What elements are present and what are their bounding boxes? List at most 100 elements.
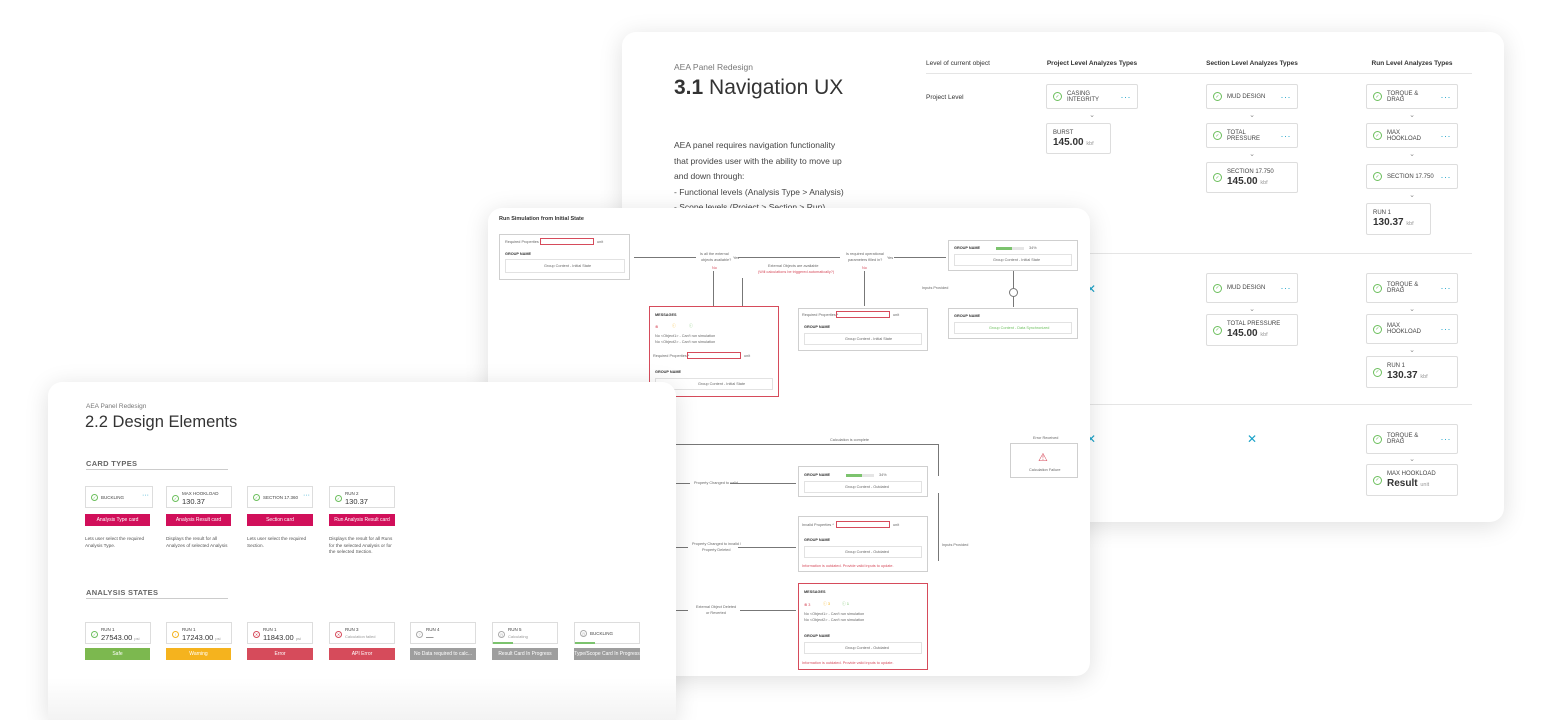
group-progress-2: GROUP NAME 34% Group Content - Outdated xyxy=(798,466,928,497)
more-icon[interactable]: ··· xyxy=(303,492,310,499)
warning-icon: ! xyxy=(172,631,179,638)
check-icon: ✓ xyxy=(1213,92,1222,101)
design-elements-panel: AEA Panel Redesign 2.2 Design Elements C… xyxy=(48,382,676,720)
more-icon[interactable]: ··· xyxy=(1441,131,1452,141)
state-card-no-data[interactable]: ? RUN 4 — xyxy=(410,622,476,644)
analysis-type-card-casing[interactable]: ✓ CASING INTEGRITY ··· xyxy=(1046,84,1138,109)
check-icon: ✓ xyxy=(1373,283,1382,293)
panel-subtitle: AEA Panel Redesign xyxy=(86,403,147,410)
more-icon[interactable]: ··· xyxy=(1441,283,1452,293)
error-icon: ✕ xyxy=(253,631,260,638)
more-icon[interactable]: ··· xyxy=(1441,434,1452,444)
more-icon[interactable]: ··· xyxy=(142,492,149,499)
type-card-run[interactable]: ✓ RUN 2 130.37 xyxy=(329,486,395,508)
close-icon: ✕ xyxy=(1247,432,1258,446)
check-icon: ✓ xyxy=(1373,324,1382,334)
check-icon: ✓ xyxy=(1213,173,1222,182)
chevron-down-icon: ⌄ xyxy=(1409,456,1415,463)
state-card-api-error[interactable]: ✕ RUN 3 Calculation failed xyxy=(329,622,395,644)
error-box: ⚠ Calculation Failure xyxy=(1010,443,1078,478)
card-types-heading: CARD TYPES xyxy=(86,459,138,468)
check-icon: ✓ xyxy=(91,631,98,638)
info-icon: ? xyxy=(416,631,423,638)
warning-icon: ⚠ xyxy=(1038,452,1048,464)
analysis-type-card-mud-2[interactable]: ✓ MUD DESIGN ··· xyxy=(1206,273,1298,303)
tag-section: Section card xyxy=(247,514,313,526)
check-icon: ✓ xyxy=(1213,325,1222,335)
check-icon: ✓ xyxy=(253,494,260,501)
chevron-down-icon: ⌄ xyxy=(1409,192,1415,199)
messages-box-2: MESSAGES ⊗ 3 ⓘ 3 ⓘ 1 No <Object1> - Can'… xyxy=(798,583,928,670)
analysis-result-card-hookload[interactable]: ✓ MAX HOOKLOAD ··· xyxy=(1366,123,1458,148)
state-card-calculating[interactable]: ◷ RUN 5 Calculating xyxy=(492,622,558,644)
col-header-project: Project Level Analyzes Types xyxy=(1046,60,1138,67)
description: AEA panel requires navigation functional… xyxy=(674,140,844,212)
check-icon: ✓ xyxy=(1213,283,1222,293)
more-icon[interactable]: ··· xyxy=(1441,324,1452,334)
more-icon[interactable]: ··· xyxy=(1281,131,1292,141)
check-icon: ✓ xyxy=(1373,434,1382,444)
check-icon: ✓ xyxy=(1373,131,1382,140)
analysis-states-heading: ANALYSIS STATES xyxy=(86,588,159,597)
state-card-warning[interactable]: ! RUN 1 17243.00 psi xyxy=(166,622,232,644)
analysis-result-card-hookload-2[interactable]: ✓ MAX HOOKLOAD ··· xyxy=(1366,314,1458,344)
chevron-down-icon: ⌄ xyxy=(1249,306,1255,313)
check-icon: ✓ xyxy=(1373,92,1382,101)
run-result-card-2[interactable]: ✓ RUN 1 130.37 kbf xyxy=(1366,356,1458,388)
diagram-title: Run Simulation from Initial State xyxy=(499,216,584,222)
clock-icon: ◷ xyxy=(580,630,587,637)
more-icon[interactable]: ··· xyxy=(1121,92,1132,102)
chevron-down-icon: ⌄ xyxy=(1249,112,1255,119)
analysis-result-card-total-pressure[interactable]: ✓ TOTAL PRESSURE ··· xyxy=(1206,123,1298,148)
tag-result-progress: Result Card In Progress xyxy=(492,648,558,660)
tag-no-data: No Data required to calc... xyxy=(410,648,476,660)
page-title: 2.2 Design Elements xyxy=(85,413,238,431)
tag-api-error: API Error xyxy=(329,648,395,660)
check-icon: ✓ xyxy=(1373,475,1382,485)
more-icon[interactable]: ··· xyxy=(1281,283,1292,293)
tag-run-result: Run Analysis Result card xyxy=(329,514,395,526)
state-card-safe[interactable]: ✓ RUN 1 27543.00 psi xyxy=(85,622,151,644)
desc-section: Lets user select the required Section. xyxy=(247,536,307,548)
group-in-progress: GROUP NAME 34% Group Content - Initial S… xyxy=(948,240,1078,271)
analysis-type-card-torque[interactable]: ✓ TORQUE & DRAG ··· xyxy=(1366,84,1458,109)
more-icon[interactable]: ··· xyxy=(1441,172,1452,182)
check-icon: ✓ xyxy=(1053,92,1062,101)
more-icon[interactable]: ··· xyxy=(1281,92,1292,102)
panel-subtitle: AEA Panel Redesign xyxy=(674,62,753,72)
row-label-project: Project Level xyxy=(926,94,964,101)
tag-error: Error xyxy=(247,648,313,660)
check-icon: ✓ xyxy=(172,495,179,502)
chevron-down-icon: ⌄ xyxy=(1409,151,1415,158)
col-header-level: Level of current object xyxy=(926,60,990,67)
desc-analysis-result: Displays the result for all Analyzes of … xyxy=(166,536,228,548)
analysis-result-card-tp-2[interactable]: ✓ TOTAL PRESSURE 145.00 kbf xyxy=(1206,314,1298,346)
state-card-error[interactable]: ✕ RUN 1 11843.00 psi xyxy=(247,622,313,644)
check-icon: ✓ xyxy=(1213,131,1222,140)
page-title: 3.1 Navigation UX xyxy=(674,76,844,99)
error-icon: ✕ xyxy=(335,631,342,638)
more-icon[interactable]: ··· xyxy=(1441,92,1452,102)
type-card-buckling[interactable]: ✓ BUCKLING ··· xyxy=(85,486,153,508)
group-synchronized: GROUP NAME Group Content - Data Synchron… xyxy=(948,308,1078,339)
check-icon: ✓ xyxy=(91,494,98,501)
tag-type-progress: Type/Scope Card In Progress xyxy=(574,648,640,660)
chevron-down-icon: ⌄ xyxy=(1089,112,1095,119)
section-card[interactable]: ✓ SECTION 17.750 145.00 kbf xyxy=(1206,162,1298,193)
type-card-section[interactable]: ✓ SECTION 17.360 ··· xyxy=(247,486,313,508)
analysis-result-card-hookload-3[interactable]: ✓ MAX HOOKLOAD Result unit xyxy=(1366,464,1458,496)
type-card-hookload[interactable]: ✓ MAX HOOKLOAD 130.37 xyxy=(166,486,232,508)
analysis-result-card-burst[interactable]: BURST 145.00 kbf xyxy=(1046,123,1111,154)
analysis-type-card-torque-2[interactable]: ✓ TORQUE & DRAG ··· xyxy=(1366,273,1458,303)
tag-analysis-type: Analysis Type card xyxy=(85,514,150,526)
analysis-type-card-torque-3[interactable]: ✓ TORQUE & DRAG ··· xyxy=(1366,424,1458,454)
desc-run-result: Displays the result for all Runs for the… xyxy=(329,536,393,554)
analysis-type-card-mud[interactable]: ✓ MUD DESIGN ··· xyxy=(1206,84,1298,109)
state-card-type-progress[interactable]: ◷ BUCKLING xyxy=(574,622,640,644)
col-header-section: Section Level Analyzes Types xyxy=(1206,60,1298,67)
tag-safe: Safe xyxy=(85,648,150,660)
col-header-run: Run Level Analyzes Types xyxy=(1371,60,1453,67)
required-props-group: Required Properties * unit GROUP NAME Gr… xyxy=(798,308,928,351)
run-result-card[interactable]: RUN 1 130.37 kbf xyxy=(1366,203,1431,235)
section-card-run[interactable]: ✓ SECTION 17.750 ··· xyxy=(1366,164,1458,189)
